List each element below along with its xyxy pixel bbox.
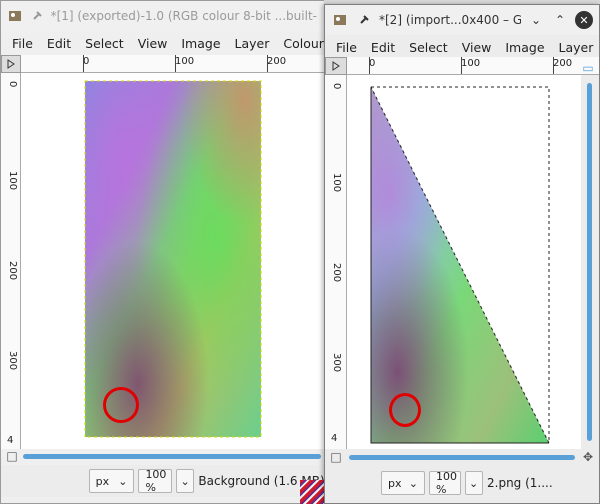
layer-status: 2.png (1....: [487, 476, 553, 490]
zoom-value: 100 %: [145, 468, 167, 494]
menu-layer[interactable]: Layer: [552, 40, 599, 55]
menu-select[interactable]: Select: [78, 36, 131, 51]
menu-file[interactable]: File: [329, 40, 364, 55]
chevron-down-icon: ⌄: [118, 474, 128, 488]
ruler-label: 300: [7, 351, 18, 371]
ruler-label: 4: [331, 433, 338, 444]
gimp-wilber-icon: [331, 11, 349, 29]
menu-view[interactable]: View: [455, 40, 499, 55]
ruler-label: 200: [7, 261, 18, 281]
menu-select[interactable]: Select: [402, 40, 455, 55]
menu-file[interactable]: File: [5, 36, 40, 51]
menu-image[interactable]: Image: [174, 36, 227, 51]
menu-view[interactable]: View: [131, 36, 175, 51]
unit-value: px: [95, 474, 110, 488]
horizontal-ruler-row: 0 100 200: [325, 57, 599, 75]
chevron-down-icon: ⌄: [180, 474, 190, 488]
quick-mask-icon[interactable]: □: [5, 449, 19, 463]
horizontal-ruler-row: 0 100 200: [1, 55, 324, 73]
ruler-label: 100: [7, 171, 18, 191]
horizontal-ruler[interactable]: 0 100 200: [21, 55, 324, 73]
navigate-icon[interactable]: ▭: [581, 61, 595, 75]
quick-mask-icon[interactable]: □: [329, 450, 343, 464]
menu-colours[interactable]: Colours: [276, 36, 324, 51]
ruler-label: 0: [7, 81, 18, 88]
menu-edit[interactable]: Edit: [40, 36, 78, 51]
desktop: { "window1": { "title": "*[1] (exported)…: [0, 0, 600, 504]
image-canvas[interactable]: [347, 75, 581, 449]
horizontal-ruler[interactable]: 0 100 200: [347, 57, 599, 75]
chevron-up-icon[interactable]: ⌃: [551, 11, 569, 29]
desktop-background-fragment: [300, 480, 324, 504]
pin-icon[interactable]: [355, 11, 373, 29]
close-icon[interactable]: ✕: [575, 11, 593, 29]
ruler-label: 200: [553, 58, 573, 69]
titlebar: *[1] (exported)-1.0 (RGB colour 8-bit ..…: [1, 1, 324, 31]
statusbar: px ⌄ 100 % ⌄ Background (1.6 MB): [1, 465, 324, 497]
navigate-icon[interactable]: [325, 57, 347, 75]
unit-select[interactable]: px ⌄: [88, 469, 135, 493]
unit-value: px: [388, 476, 402, 490]
red-circle-marker: [389, 393, 421, 427]
ruler-label: 300: [331, 353, 342, 373]
menubar: File Edit Select View Image Layer Cc: [325, 35, 599, 59]
ruler-label: 0: [331, 83, 342, 90]
horizontal-scrollbar[interactable]: □: [1, 449, 324, 463]
gimp-wilber-icon: [7, 7, 23, 25]
zoom-value: 100 %: [436, 470, 457, 496]
image-canvas[interactable]: [21, 73, 324, 449]
menu-image[interactable]: Image: [498, 40, 551, 55]
chevron-down-icon: ⌄: [408, 476, 418, 490]
ruler-label: 200: [267, 56, 287, 67]
zoom-input[interactable]: 100 %: [138, 468, 173, 494]
transformed-image: [370, 86, 550, 444]
window-title: *[1] (exported)-1.0 (RGB colour 8-bit ..…: [50, 9, 318, 23]
red-circle-marker: [103, 387, 139, 423]
vertical-ruler[interactable]: 0 100 200 300 4: [1, 73, 21, 449]
chevron-down-icon: ⌄: [469, 476, 479, 490]
ruler-label: 4: [7, 435, 14, 446]
vertical-ruler[interactable]: 0 100 200 300 4: [325, 75, 347, 449]
vertical-scroll-thumb[interactable]: [587, 83, 592, 441]
titlebar: *[2] (import...0x400 – GIMP ⌄ ⌃ ✕: [325, 5, 599, 35]
scroll-thumb[interactable]: [23, 454, 321, 459]
ruler-label: 100: [175, 56, 195, 67]
pin-icon[interactable]: [29, 7, 45, 25]
unit-select[interactable]: px ⌄: [381, 471, 425, 495]
horizontal-scrollbar[interactable]: □ ✥: [325, 449, 599, 465]
scroll-thumb[interactable]: [349, 455, 575, 460]
image-window-2: *[2] (import...0x400 – GIMP ⌄ ⌃ ✕ File E…: [324, 4, 600, 504]
ruler-label: 100: [331, 173, 342, 193]
zoom-input[interactable]: 100 %: [429, 470, 461, 496]
zoom-dropdown[interactable]: ⌄: [465, 471, 483, 495]
menu-layer[interactable]: Layer: [228, 36, 277, 51]
navigate-icon[interactable]: ✥: [581, 450, 595, 464]
ruler-label: 200: [331, 263, 342, 283]
menu-edit[interactable]: Edit: [364, 40, 402, 55]
statusbar: px ⌄ 100 % ⌄ 2.png (1....: [325, 467, 599, 499]
window-title: *[2] (import...0x400 – GIMP: [379, 13, 521, 27]
chevron-down-icon[interactable]: ⌄: [527, 11, 545, 29]
noise-image: [84, 80, 262, 438]
image-window-1: *[1] (exported)-1.0 (RGB colour 8-bit ..…: [0, 0, 324, 504]
menubar: File Edit Select View Image Layer Colour…: [1, 31, 324, 55]
navigate-icon[interactable]: [1, 55, 21, 73]
zoom-dropdown[interactable]: ⌄: [176, 469, 195, 493]
ruler-label: 100: [461, 58, 481, 69]
